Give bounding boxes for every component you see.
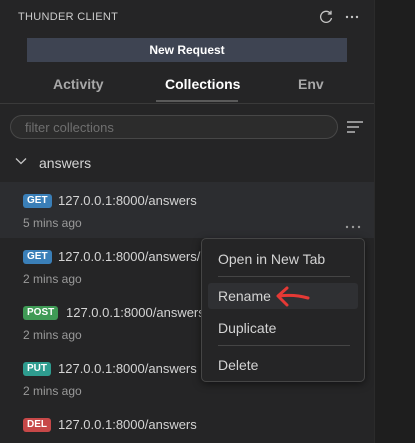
method-badge: POST [23, 306, 59, 320]
request-time: 2 mins ago [23, 328, 82, 342]
filter-collections-input[interactable] [10, 115, 338, 139]
sort-icon[interactable] [345, 117, 365, 137]
active-tab-indicator [156, 100, 238, 102]
chevron-down-icon[interactable] [14, 154, 28, 168]
method-badge: PUT [23, 362, 51, 376]
collection-name: answers [39, 155, 92, 171]
request-item[interactable]: GET 127.0.0.1:8000/answers 5 mins ago [0, 182, 374, 238]
collection-answers[interactable]: answers [0, 150, 374, 176]
tabs-divider [0, 103, 374, 104]
menu-separator [218, 345, 350, 346]
request-time: 2 mins ago [23, 384, 82, 398]
tab-collections[interactable]: Collections [165, 76, 240, 92]
request-url: 127.0.0.1:8000/answers [58, 361, 197, 376]
request-time: 2 mins ago [23, 272, 82, 286]
item-more-icon[interactable] [343, 220, 363, 232]
request-item[interactable]: DEL 127.0.0.1:8000/answers [0, 406, 374, 443]
request-url: 127.0.0.1:8000/answers [58, 193, 197, 208]
tab-env[interactable]: Env [298, 76, 324, 92]
annotation-arrow-icon [272, 284, 312, 312]
more-icon[interactable] [342, 7, 362, 27]
tab-activity[interactable]: Activity [53, 76, 104, 92]
refresh-icon[interactable] [316, 7, 336, 27]
menu-item-open-in-new-tab[interactable]: Open in New Tab [208, 246, 358, 272]
tab-bar: Activity Collections Env [0, 68, 374, 104]
method-badge: DEL [23, 418, 51, 432]
panel-title: THUNDER CLIENT [18, 11, 119, 23]
request-url: 127.0.0.1:8000/answers/1 [58, 249, 208, 264]
new-request-button[interactable]: New Request [27, 38, 347, 62]
menu-item-delete[interactable]: Delete [208, 352, 358, 378]
panel-header: THUNDER CLIENT [0, 0, 374, 34]
request-url: 127.0.0.1:8000/answers [58, 417, 197, 432]
editor-area [375, 0, 415, 443]
menu-item-duplicate[interactable]: Duplicate [208, 315, 358, 341]
request-url: 127.0.0.1:8000/answers [66, 305, 205, 320]
method-badge: GET [23, 194, 52, 208]
request-time: 5 mins ago [23, 216, 82, 230]
thunder-client-panel: THUNDER CLIENT New Request Activity Coll… [0, 0, 375, 443]
menu-separator [218, 276, 350, 277]
method-badge: GET [23, 250, 52, 264]
